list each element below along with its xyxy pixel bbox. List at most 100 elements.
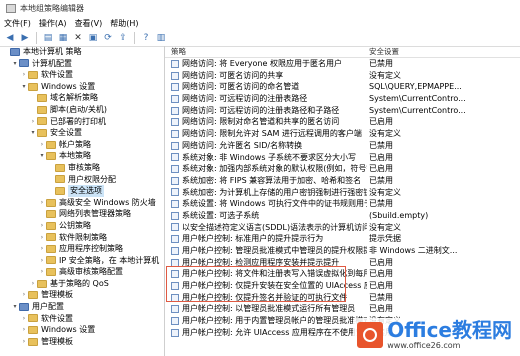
column-header-setting[interactable]: 安全设置: [367, 46, 520, 57]
menu-bar: 文件(F) 操作(A) 查看(V) 帮助(H): [0, 16, 520, 30]
menu-view[interactable]: 查看(V): [75, 18, 103, 29]
policy-row[interactable]: 用户帐户控制: 标准用户的提升提示行为 提示凭据: [165, 233, 520, 245]
tree-item[interactable]: › Windows 设置: [0, 324, 164, 336]
chevron-down-icon[interactable]: ▾: [29, 127, 37, 139]
tree-item[interactable]: ▾ 用户配置: [0, 301, 164, 313]
chevron-right-icon[interactable]: ›: [38, 197, 46, 209]
policy-row[interactable]: 用户帐户控制: 以管理员批准模式运行所有管理员 已启用: [165, 303, 520, 315]
tree-item[interactable]: ▾ 本地策略: [0, 150, 164, 162]
up-folder-icon[interactable]: ▤: [42, 32, 54, 44]
policy-cell: 以安全描述符定义语言(SDDL)语法表示的计算机访问限制: [165, 222, 367, 234]
tree-item[interactable]: 审核策略: [0, 162, 164, 174]
tree-item[interactable]: 脚本(启动/关机): [0, 104, 164, 116]
folder-icon: [37, 105, 47, 114]
policy-row[interactable]: 系统对象: 非 Windows 子系统不要求区分大小写 已启用: [165, 152, 520, 164]
tree-item[interactable]: 安全选项: [0, 185, 164, 197]
policy-row[interactable]: 以安全描述符定义语言(SDDL)语法表示的计算机访问限制 没有定义: [165, 222, 520, 234]
chevron-right-icon[interactable]: ›: [20, 289, 28, 301]
policy-icon: [171, 305, 179, 314]
policy-row[interactable]: 网络访问: 限制对命名管道和共享的匿名访问 已启用: [165, 116, 520, 128]
policy-cell: 网络访问: 可远程访问的注册表路径: [165, 93, 367, 105]
tree-item[interactable]: 用户权限分配: [0, 174, 164, 186]
policy-row[interactable]: 网络访问: 可匿名访问的共享 没有定义: [165, 70, 520, 82]
policy-row[interactable]: 用户帐户控制: 检测应用程序安装并提示提升 已启用: [165, 257, 520, 269]
policy-row[interactable]: 用户帐户控制: 仅提升安装在安全位置的 UIAccess 应用程序已启用: [165, 280, 520, 292]
tree-item[interactable]: › IP 安全策略，在 本地计算机: [0, 255, 164, 267]
forward-icon[interactable]: ▶: [19, 32, 31, 44]
policy-cell: 网络访问: 可远程访问的注册表路径和子路径: [165, 105, 367, 117]
policy-row[interactable]: 网络访问: 可匿名访问的命名管道 SQL\QUERY,EPMAPPE...: [165, 81, 520, 93]
policy-name: 网络访问: 可匿名访问的命名管道: [182, 82, 300, 92]
policy-row[interactable]: 网络访问: 允许匿名 SID/名称转换 已禁用: [165, 140, 520, 152]
help-icon[interactable]: ?: [140, 32, 152, 44]
tree-item[interactable]: › 基于策略的 QoS: [0, 278, 164, 290]
show-hide-tree-icon[interactable]: ▦: [57, 32, 69, 44]
tree-item[interactable]: › 高级审核策略配置: [0, 266, 164, 278]
chevron-right-icon[interactable]: ›: [38, 255, 46, 267]
policy-icon: [171, 141, 179, 150]
toolbar-separator: [134, 32, 135, 44]
policy-row[interactable]: 网络访问: 可远程访问的注册表路径 System\CurrentContro...: [165, 93, 520, 105]
refresh-icon[interactable]: ⟳: [102, 32, 114, 44]
chevron-down-icon[interactable]: ▾: [11, 58, 19, 70]
policy-row[interactable]: 用户帐户控制: 将文件和注册表写入错误虚拟化到每用户位置已启用: [165, 268, 520, 280]
show-pane-icon[interactable]: ▥: [155, 32, 167, 44]
tree-item[interactable]: ▾ 计算机配置: [0, 58, 164, 70]
chevron-right-icon[interactable]: ›: [20, 324, 28, 336]
policy-row[interactable]: 用户帐户控制: 仅提升签名并验证的可执行文件 已禁用: [165, 292, 520, 304]
menu-help[interactable]: 帮助(H): [110, 18, 138, 29]
chevron-right-icon[interactable]: ›: [20, 313, 28, 325]
tree-item[interactable]: 域名解析策略: [0, 92, 164, 104]
tree-item[interactable]: › 已部署的打印机: [0, 116, 164, 128]
tree-item[interactable]: ▾ 安全设置: [0, 127, 164, 139]
chevron-right-icon[interactable]: ›: [38, 243, 46, 255]
back-icon[interactable]: ◀: [4, 32, 16, 44]
tree-item[interactable]: › 管理模板: [0, 289, 164, 301]
chevron-right-icon[interactable]: ›: [29, 278, 37, 290]
delete-icon[interactable]: ✕: [72, 32, 84, 44]
policy-name: 系统设置: 可选子系统: [182, 210, 260, 220]
policy-row[interactable]: 用户帐户控制: 管理员批准模式中管理员的提升权限提示的...非 Windows …: [165, 245, 520, 257]
tree-item[interactable]: › 高级安全 Windows 防火墙: [0, 197, 164, 209]
menu-action[interactable]: 操作(A): [39, 18, 67, 29]
policy-row[interactable]: 系统设置: 可选子系统 (Sbuild.empty): [165, 210, 520, 222]
security-setting-value: 没有定义: [369, 70, 401, 80]
chevron-right-icon[interactable]: ›: [38, 232, 46, 244]
security-setting-value: (Sbuild.empty): [369, 210, 429, 220]
tree-item[interactable]: › 软件设置: [0, 313, 164, 325]
tree-item[interactable]: › 应用程序控制策略: [0, 243, 164, 255]
chevron-down-icon[interactable]: ▾: [11, 301, 19, 313]
policy-row[interactable]: 系统设置: 将 Windows 可执行文件中的证书规则用于软件...已禁用: [165, 198, 520, 210]
chevron-right-icon[interactable]: ›: [38, 139, 46, 151]
chevron-right-icon[interactable]: ›: [20, 336, 28, 348]
policy-row[interactable]: 网络访问: 限制允许对 SAM 进行远程调用的客户端 没有定义: [165, 128, 520, 140]
chevron-right-icon[interactable]: ›: [20, 69, 28, 81]
chevron-down-icon[interactable]: ▾: [20, 81, 28, 93]
properties-icon[interactable]: ▣: [87, 32, 99, 44]
tree-item[interactable]: › 帐户策略: [0, 139, 164, 151]
tree-item[interactable]: › 软件限制策略: [0, 232, 164, 244]
policy-row[interactable]: 系统加密: 将 FIPS 兼容算法用于加密、哈希和签名 已禁用: [165, 175, 520, 187]
tree-item-label: Windows 设置: [41, 81, 96, 91]
tree-item[interactable]: › 软件设置: [0, 69, 164, 81]
chevron-right-icon[interactable]: ›: [38, 220, 46, 232]
menu-file[interactable]: 文件(F): [4, 18, 31, 29]
chevron-right-icon[interactable]: ›: [38, 266, 46, 278]
chevron-right-icon[interactable]: ›: [29, 116, 37, 128]
policy-row[interactable]: 网络访问: 可远程访问的注册表路径和子路径 System\CurrentContr…: [165, 105, 520, 117]
tree-item[interactable]: 本地计算机 策略: [0, 46, 164, 58]
folder-icon: [46, 198, 56, 207]
export-icon[interactable]: ⇪: [117, 32, 129, 44]
policy-row[interactable]: 系统对象: 加强内部系统对象的默认权限(例如，符号链接) 已启用: [165, 163, 520, 175]
folder-icon: [46, 233, 56, 242]
tree-item[interactable]: 网络列表管理器策略: [0, 208, 164, 220]
folder-icon: [55, 186, 65, 195]
tree-item[interactable]: › 管理模板: [0, 336, 164, 348]
policy-row[interactable]: 网络访问: 将 Everyone 权限应用于匿名用户 已禁用: [165, 58, 520, 70]
column-header-policy[interactable]: 策略: [165, 46, 367, 57]
policy-row[interactable]: 系统加密: 为计算机上存储的用户密钥强制进行强密钥保护 没有定义: [165, 187, 520, 199]
chevron-down-icon[interactable]: ▾: [38, 150, 46, 162]
tree-item-label: 管理模板: [41, 290, 73, 300]
tree-item[interactable]: › 公钥策略: [0, 220, 164, 232]
tree-item[interactable]: ▾ Windows 设置: [0, 81, 164, 93]
